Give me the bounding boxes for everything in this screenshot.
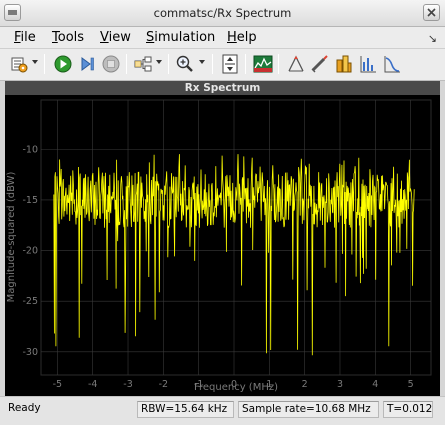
x-tick-label: 5 — [408, 379, 414, 390]
status-rbw: RBW=15.64 kHz — [137, 401, 234, 418]
menu-help-label: elp — [236, 30, 257, 45]
status-time: T=0.012 — [383, 401, 433, 418]
distortion-measurements-button[interactable] — [357, 53, 379, 75]
toolbar-separator — [168, 54, 169, 74]
run-button[interactable] — [52, 53, 74, 75]
autoscale-button[interactable] — [219, 53, 241, 75]
menu-view-mnemonic: V — [100, 30, 109, 45]
menu-file-label: ile — [20, 30, 36, 45]
ccdf-measurements-button[interactable] — [381, 53, 403, 75]
x-tick-label: -3 — [123, 379, 132, 390]
plot-title: Rx Spectrum — [5, 81, 440, 95]
stop-button[interactable] — [100, 53, 122, 75]
toolbar-separator — [126, 54, 127, 74]
x-tick-label: -5 — [53, 379, 62, 390]
run-icon — [54, 55, 72, 73]
zoom-in-button[interactable] — [174, 53, 196, 75]
highlight-model-icon — [134, 56, 152, 72]
x-tick-label: 4 — [372, 379, 378, 390]
y-tick-label: -15 — [22, 195, 38, 206]
zoom-dropdown-arrow[interactable] — [199, 60, 205, 64]
spectrum-settings-icon — [253, 55, 273, 73]
peak-finder-button[interactable] — [285, 53, 307, 75]
spectrum-chart[interactable]: -5 -4 -3 -2 -1 0 1 2 3 4 5-10-15-20-25-30Frequency… — [5, 81, 440, 396]
status-state: Ready — [8, 402, 41, 414]
menu-view-label: iew — [108, 30, 131, 45]
spectrum-plot-panel: -5 -4 -3 -2 -1 0 1 2 3 4 5 -10 -15 -20 -25 -30 Frequency… — [5, 81, 440, 396]
menu-help[interactable]: Help — [227, 30, 257, 45]
parameters-icon — [11, 57, 28, 73]
title-bar: commatsc/Rx Spectrum — [0, 0, 445, 27]
undock-arrow-icon[interactable]: ↘ — [428, 32, 437, 45]
menu-simulation-label: imulation — [154, 30, 216, 45]
y-tick-label: -30 — [22, 347, 38, 358]
y-tick-label: -20 — [22, 246, 38, 257]
autoscale-icon — [222, 54, 238, 74]
zoom-in-icon — [176, 55, 193, 72]
y-tick-label: -10 — [22, 144, 38, 155]
channel-measurements-icon — [336, 55, 352, 73]
toolbar-separator — [278, 54, 279, 74]
step-forward-button[interactable] — [76, 53, 98, 75]
menu-tools[interactable]: Tools — [52, 30, 84, 45]
stop-icon — [102, 55, 120, 73]
x-tick-label: 3 — [337, 379, 343, 390]
parameters-button[interactable] — [8, 53, 30, 75]
step-forward-icon — [81, 57, 94, 71]
menu-help-mnemonic: H — [227, 30, 237, 45]
channel-measurements-button[interactable] — [333, 53, 355, 75]
menu-bar: File Tools View Simulation Help ↘ — [0, 27, 445, 49]
peak-finder-icon — [288, 55, 304, 72]
toolbar-separator — [44, 54, 45, 74]
close-button[interactable] — [423, 4, 440, 21]
highlight-model-dropdown-arrow[interactable] — [156, 60, 162, 64]
menu-simulation[interactable]: Simulation — [146, 30, 215, 45]
x-tick-label: 2 — [302, 379, 308, 390]
toolbar-separator — [212, 54, 213, 74]
close-icon — [427, 8, 436, 17]
spectrum-settings-button[interactable] — [252, 53, 274, 75]
menu-tools-label: ools — [57, 30, 85, 45]
toolbar — [0, 49, 445, 81]
status-sample-rate: Sample rate=10.68 MHz — [238, 401, 379, 418]
menu-view[interactable]: View — [100, 30, 131, 45]
toolbar-separator — [245, 54, 246, 74]
distortion-measurements-icon — [360, 56, 376, 73]
highlight-model-button[interactable] — [132, 53, 154, 75]
y-axis-label: Magnitude-squared (dBW) — [6, 172, 17, 303]
menu-file[interactable]: File — [14, 30, 36, 45]
window-title: commatsc/Rx Spectrum — [153, 6, 292, 20]
x-axis-label: Frequency (MHz) — [194, 382, 278, 393]
cursor-measurements-button[interactable] — [309, 53, 331, 75]
cursor-measurements-icon — [311, 55, 328, 73]
status-bar: Ready RBW=15.64 kHz Sample rate=10.68 MH… — [0, 396, 445, 425]
axes-box — [40, 99, 432, 376]
x-tick-label: -4 — [88, 379, 97, 390]
parameters-dropdown-arrow[interactable] — [32, 60, 38, 64]
ccdf-measurements-icon — [384, 56, 400, 73]
x-tick-label: -2 — [159, 379, 168, 390]
y-tick-label: -25 — [22, 296, 38, 307]
